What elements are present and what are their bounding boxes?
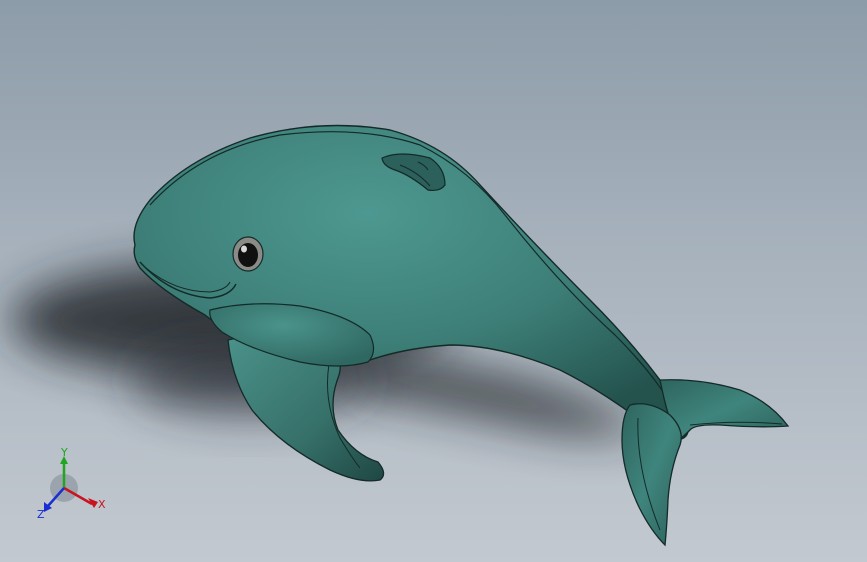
- whale-3d-model[interactable]: [0, 0, 867, 562]
- axis-triad: Y X Z: [37, 446, 106, 521]
- y-axis-label: Y: [60, 446, 68, 459]
- tail-fluke: [621, 379, 790, 547]
- z-axis-label: Z: [37, 508, 45, 521]
- x-axis-label: X: [98, 498, 106, 511]
- graphics-viewport[interactable]: Y X Z: [0, 0, 867, 562]
- whale-eye: [232, 236, 264, 272]
